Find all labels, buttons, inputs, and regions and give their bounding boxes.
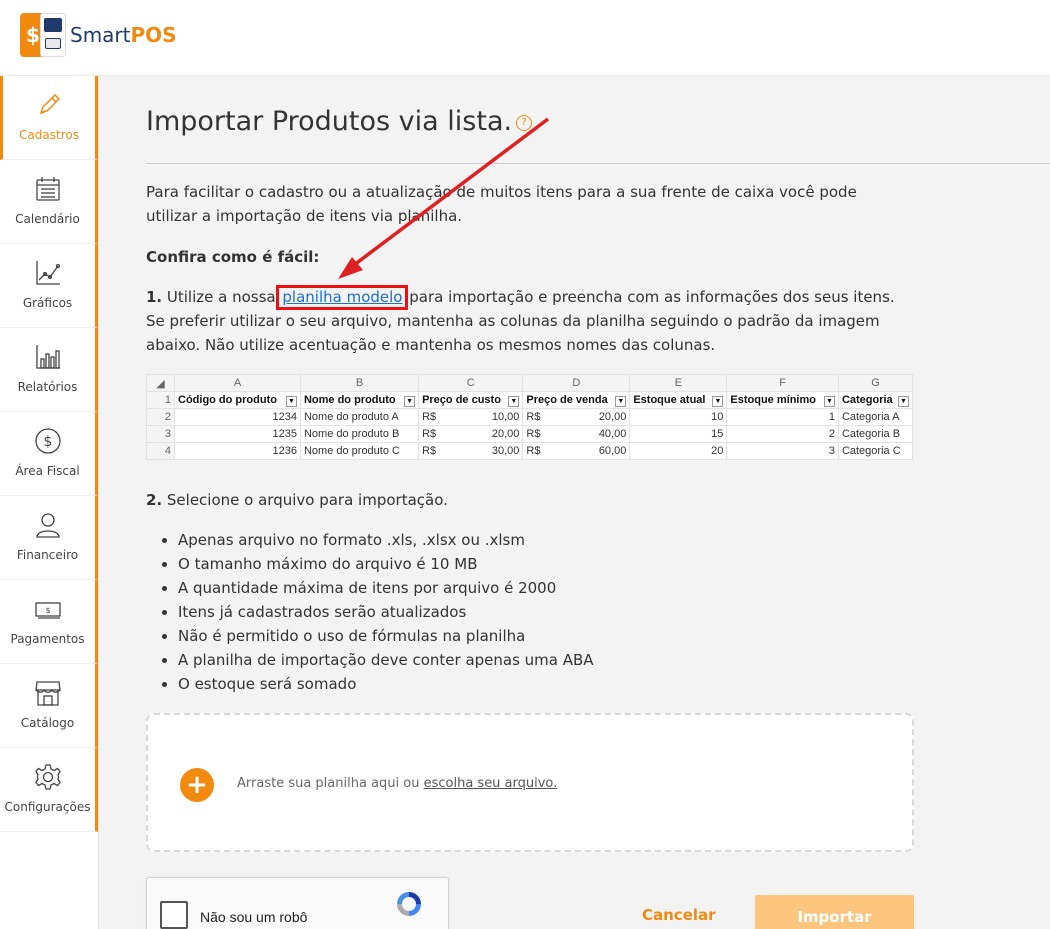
sidebar-item-pagamentos[interactable]: $ Pagamentos [0,580,98,664]
plus-icon[interactable]: + [180,768,214,802]
filter-dropdown-icon: ▼ [823,395,835,407]
confira-heading: Confira como é fácil: [146,248,320,266]
svg-text:$: $ [43,434,52,450]
pencil-icon [34,90,64,120]
recaptcha-label: Não sou um robô [200,909,308,925]
chart-line-icon [33,258,63,288]
highlight-box [276,285,409,310]
planilha-modelo-link[interactable]: planilha modelo [276,285,409,310]
cart-icon [44,18,62,32]
sidebar-item-relatorios[interactable]: Relatórios [0,328,98,412]
list-item: A quantidade máxima de itens por arquivo… [178,576,594,600]
person-icon [33,510,63,540]
cancel-button[interactable]: Cancelar [642,906,716,924]
main-content: Importar Produtos via lista.? Para facil… [99,76,1050,929]
page-title: Importar Produtos via lista.? [146,106,533,137]
file-dropzone[interactable]: + Arraste sua planilha aqui ou escolha s… [146,713,914,852]
table-row: 2 1234 Nome do produto A R$ 10,00 R$ 20,00… [146,408,914,426]
choose-file-link[interactable]: escolha seu arquivo. [424,776,558,791]
sidebar-item-configuracoes[interactable]: Configurações [0,748,98,832]
import-button[interactable]: Importar [755,895,914,929]
recaptcha-checkbox[interactable] [160,901,188,929]
recaptcha-logo-icon [397,892,421,916]
bar-chart-icon [33,342,63,372]
filter-dropdown-icon: ▼ [615,395,627,407]
list-item: O tamanho máximo do arquivo é 10 MB [178,552,594,576]
sidebar-item-graficos[interactable]: Gráficos [0,244,98,328]
step2-text: 2. Selecione o arquivo para importação. [146,491,448,509]
list-item: A planilha de importação deve conter ape… [178,648,594,672]
banknote-icon: $ [33,594,63,624]
sidebar: Cadastros Calendário Gráficos Relatórios… [0,76,99,929]
sidebar-item-cadastros[interactable]: Cadastros [0,76,98,160]
gear-icon [33,762,63,792]
calendar-icon [33,174,63,204]
store-icon [33,678,63,708]
top-bar: $ SmartPOS [0,0,1050,76]
table-row: 4 1236 Nome do produto C R$ 30,00 R$ 60,00… [146,442,914,460]
recaptcha-widget: Não sou um robô [146,877,449,929]
dropzone-text: Arraste sua planilha aqui ou escolha seu… [237,776,558,791]
filter-dropdown-icon: ▼ [285,395,297,407]
intro-text: Para facilitar o cadastro ou a atualizaç… [146,183,857,225]
logo-mark: $ [20,13,66,57]
spreadsheet-example: ◢ A B C D E F G 1 Código do produto ▼ Nom… [146,374,914,460]
sidebar-item-catalogo[interactable]: Catálogo [0,664,98,748]
list-item: Apenas arquivo no formato .xls, .xlsx ou… [178,528,594,552]
column-letters-row: ◢ A B C D E F G [146,374,914,392]
sidebar-item-financeiro[interactable]: Financeiro [0,496,98,580]
dollar-circle-icon: $ [33,426,63,456]
list-item: Itens já cadastrados serão atualizados [178,600,594,624]
help-icon[interactable]: ? [516,114,533,131]
svg-text:$: $ [45,606,50,615]
filter-dropdown-icon: ▼ [508,395,520,407]
table-header-row: 1 Código do produto ▼ Nome do produto ▼ Pr… [146,391,914,409]
step1-text: 1. Utilize a nossa planilha modelo para … [146,285,906,357]
list-item: O estoque será somado [178,672,594,696]
filter-dropdown-icon: ▼ [712,395,724,407]
card-icon [45,38,61,49]
sidebar-item-area-fiscal[interactable]: $ Área Fiscal [0,412,98,496]
divider [146,163,1050,164]
filter-dropdown-icon: ▼ [404,395,416,407]
list-item: Não é permitido o uso de fórmulas na pla… [178,624,594,648]
logo-text: SmartPOS [70,23,177,47]
sidebar-item-calendario[interactable]: Calendário [0,160,98,244]
smartpos-logo[interactable]: $ SmartPOS [20,13,177,57]
filter-dropdown-icon: ▼ [898,395,909,407]
table-row: 3 1235 Nome do produto B R$ 20,00 R$ 40,00… [146,425,914,443]
rules-list: Apenas arquivo no formato .xls, .xlsx ou… [178,528,594,696]
